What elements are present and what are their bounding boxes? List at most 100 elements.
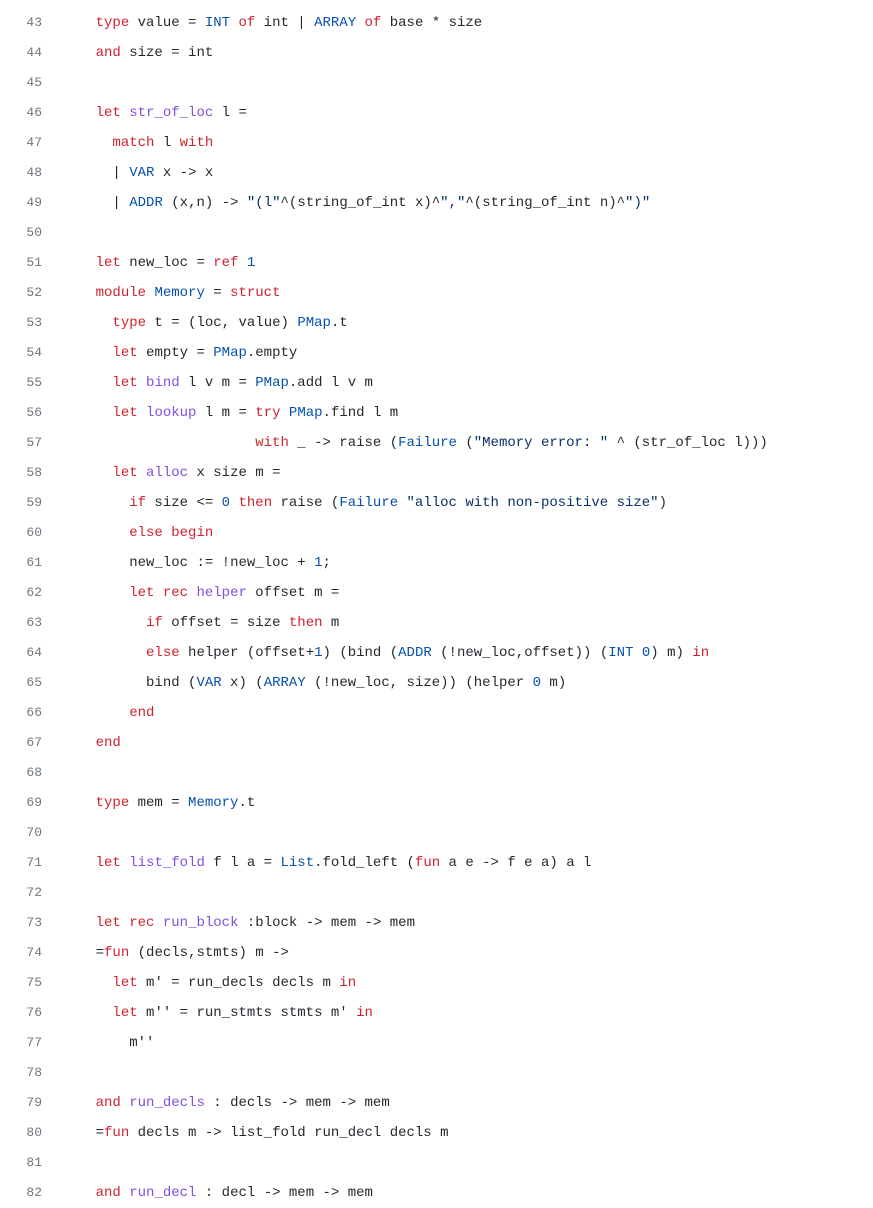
token-id: new_loc [457,645,516,661]
code-content[interactable]: and size = int [62,39,213,68]
code-content[interactable]: let rec helper offset m = [62,579,339,608]
code-content[interactable]: =fun decls m -> list_fold run_decl decls… [62,1119,449,1148]
token-op: = [196,345,204,361]
code-content[interactable]: match l with [62,129,213,158]
code-content[interactable]: if offset = size then m [62,609,339,638]
code-content[interactable]: end [62,699,154,728]
token-op: = [171,45,179,61]
code-content[interactable]: =fun (decls,stmts) m -> [62,939,289,968]
code-content[interactable] [62,819,96,848]
token-op: ) [675,645,683,661]
code-content[interactable]: type value = INT of int | ARRAY of base … [62,9,482,38]
token-id [96,165,113,181]
token-ctor: Failure [339,495,398,511]
code-line: 59 if size <= 0 then raise (Failure "all… [0,488,873,518]
token-id [306,555,314,571]
code-line: 73 let rec run_block :block -> mem -> me… [0,908,873,938]
code-content[interactable]: let m'' = run_stmts stmts m' in [62,999,373,1028]
token-id [306,675,314,691]
code-content[interactable]: m'' [62,1029,154,1058]
token-kw: let [112,1005,137,1021]
code-content[interactable]: let list_fold f l a = List.fold_left (fu… [62,849,591,878]
line-number: 45 [0,68,62,97]
token-op: -> [323,1185,340,1201]
code-content[interactable]: | VAR x -> x [62,159,213,188]
token-op: -> [205,1125,222,1141]
token-num: 0 [222,495,230,511]
token-fn: alloc [146,465,188,481]
line-number: 78 [0,1058,62,1087]
token-id: helper [180,645,247,661]
line-number: 79 [0,1088,62,1117]
token-op: . [238,795,246,811]
code-content[interactable]: if size <= 0 then raise (Failure "alloc … [62,489,667,518]
code-content[interactable] [62,219,96,248]
code-content[interactable]: else helper (offset+1) (bind (ADDR (!new… [62,639,709,668]
token-id: a e [440,855,482,871]
token-kw: then [238,495,272,511]
code-content[interactable]: let lookup l m = try PMap.find l m [62,399,398,428]
token-op: ( [633,435,641,451]
token-id: int [255,15,297,31]
code-content[interactable]: type t = (loc, value) PMap.t [62,309,348,338]
token-id [154,915,162,931]
code-content[interactable]: with _ -> raise (Failure ("Memory error:… [62,429,768,458]
code-content[interactable]: module Memory = struct [62,279,281,308]
code-content[interactable]: and run_decls : decls -> mem -> mem [62,1089,390,1118]
token-fn: run_decl [129,1185,196,1201]
token-id: a l [558,855,592,871]
token-kw: try [255,405,280,421]
token-id: mem [129,795,171,811]
token-ctor: Failure [398,435,457,451]
token-id [306,15,314,31]
token-kw: fun [415,855,440,871]
token-id: decls m [129,1125,205,1141]
token-fn: helper [196,585,246,601]
code-content[interactable]: else begin [62,519,213,548]
token-op: )) [440,675,457,691]
token-op: , [516,645,524,661]
token-op: , [390,675,398,691]
code-content[interactable]: and run_decl : decl -> mem -> mem [62,1179,373,1208]
token-kw: let [112,465,137,481]
code-content[interactable]: | ADDR (x,n) -> "(l"^(string_of_int x)^"… [62,189,650,218]
token-kw: let [96,855,121,871]
code-content[interactable]: new_loc := !new_loc + 1; [62,549,331,578]
token-id [96,375,113,391]
code-line: 72 [0,878,873,908]
token-id: m [323,615,340,631]
code-content[interactable]: bind (VAR x) (ARRAY (!new_loc, size)) (h… [62,669,566,698]
token-kw: else [146,645,180,661]
token-num: 1 [247,255,255,271]
token-ctor: VAR [129,165,154,181]
token-id [96,405,113,421]
code-content[interactable] [62,69,96,98]
code-content[interactable]: let bind l v m = PMap.add l v m [62,369,373,398]
code-content[interactable]: let str_of_loc l = [62,99,247,128]
token-id: size [121,45,171,61]
token-id [608,435,616,451]
code-content[interactable] [62,1059,96,1088]
code-content[interactable]: let m' = run_decls decls m in [62,969,356,998]
code-content[interactable] [62,1149,96,1178]
token-op: )^ [423,195,440,211]
code-content[interactable]: let alloc x size m = [62,459,280,488]
token-id: x [222,675,239,691]
code-content[interactable]: let new_loc = ref 1 [62,249,255,278]
code-content[interactable]: end [62,729,121,758]
token-str: "(l" [247,195,281,211]
line-number: 58 [0,458,62,487]
token-id [213,495,221,511]
code-content[interactable]: let empty = PMap.empty [62,339,297,368]
code-content[interactable]: let rec run_block :block -> mem -> mem [62,909,415,938]
token-op: ( [600,645,608,661]
token-op: ( [255,675,263,691]
code-content[interactable] [62,879,96,908]
code-line: 76 let m'' = run_stmts stmts m' in [0,998,873,1028]
token-fn: run_block [163,915,239,931]
line-number: 47 [0,128,62,157]
code-content[interactable] [62,759,96,788]
token-kw: type [96,15,130,31]
token-id [205,285,213,301]
code-content[interactable]: type mem = Memory.t [62,789,255,818]
